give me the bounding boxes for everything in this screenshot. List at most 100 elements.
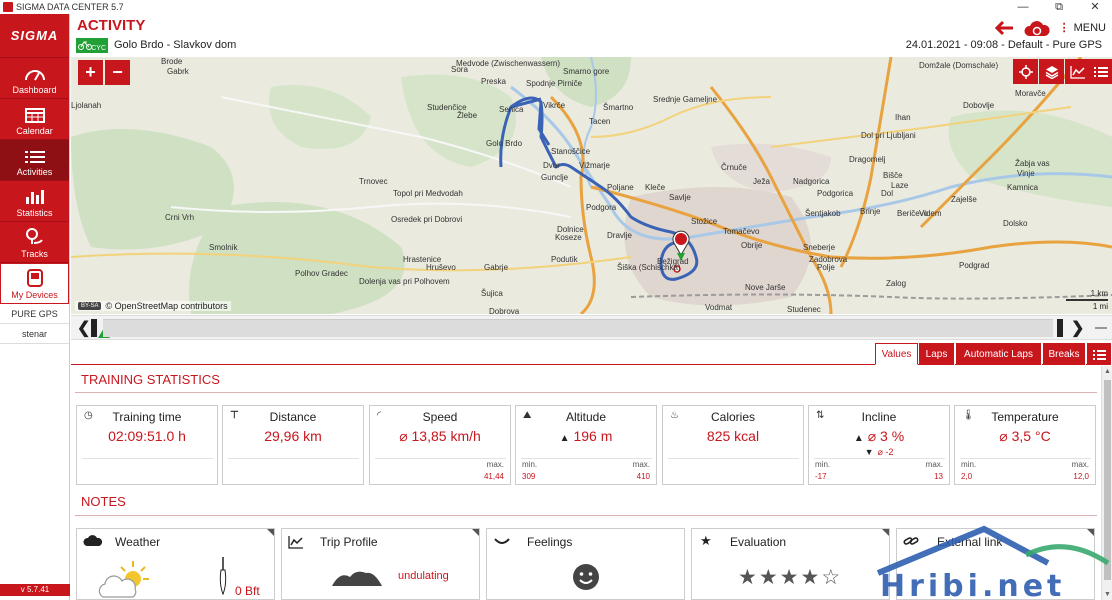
map-place-label: Koseze: [555, 233, 582, 242]
stat-separator: [82, 458, 213, 459]
map-place-label: Domžale (Domschale): [919, 61, 999, 70]
tab-automatic-laps[interactable]: Automatic Laps: [956, 343, 1042, 365]
notes-title: NOTES: [81, 494, 126, 509]
note-card-weather[interactable]: Weather 0 Bft: [76, 528, 275, 600]
stat-card-distance: ⊤ Distance 29,96 km: [222, 405, 364, 485]
tabs-list-button[interactable]: [1087, 343, 1112, 365]
tab-laps[interactable]: Laps: [919, 343, 955, 365]
locate-button[interactable]: [1013, 59, 1038, 84]
star-empty-icon[interactable]: ☆: [821, 566, 842, 589]
note-card-evaluation[interactable]: ★ Evaluation ★★★★☆: [691, 528, 890, 600]
star-filled-icon[interactable]: ★: [738, 566, 759, 589]
map-place-label: Stanoščice: [551, 147, 591, 156]
sidebar-item-dashboard[interactable]: Dashboard: [0, 58, 69, 99]
stat-min-value: 2,0: [961, 472, 973, 481]
stat-max-value: 12,0: [1073, 472, 1089, 481]
map-place-label: Vodmat: [705, 303, 733, 312]
star-filled-icon[interactable]: ★: [759, 566, 780, 589]
map-place-label: Kamnica: [1007, 183, 1039, 192]
stat-name: Temperature: [991, 410, 1059, 424]
zoom-in-button[interactable]: +: [78, 60, 103, 85]
training-statistics-title: TRAINING STATISTICS: [81, 372, 220, 387]
sidebar-item-statistics[interactable]: Statistics: [0, 181, 69, 222]
star-filled-icon[interactable]: ★: [800, 566, 821, 589]
map-place-label: Dolenja vas pri Polhovem: [359, 277, 450, 286]
maximize-button[interactable]: ⧉: [1044, 0, 1074, 14]
note-card-trip-profile[interactable]: Trip Profile undulating: [281, 528, 480, 600]
timeline-track[interactable]: [103, 319, 1053, 337]
sidebar-item-calendar[interactable]: Calendar: [0, 99, 69, 140]
back-arrow-icon[interactable]: [994, 20, 1014, 36]
wind-value: 0 Bft: [235, 584, 260, 598]
activity-name[interactable]: Golo Brdo - Slavkov dom: [114, 39, 236, 51]
map-place-label: Smarno gore: [563, 67, 610, 76]
timeline-end-handle[interactable]: [1057, 319, 1063, 337]
sidebar-item-my-devices[interactable]: My Devices: [0, 263, 69, 304]
map-place-label: Vikrče: [543, 101, 566, 110]
crosshair-icon: [1018, 64, 1033, 79]
map-place-label: Zajelše: [951, 195, 977, 204]
timeline-next-button[interactable]: ❯: [1071, 318, 1084, 338]
timeline-collapse-icon[interactable]: [1095, 327, 1107, 329]
timeline-slider[interactable]: ❮ ❯: [71, 315, 1112, 340]
map-place-label: Srednje Gameljne: [653, 95, 718, 104]
list-icon: [24, 151, 45, 163]
device-item-pure-gps[interactable]: PURE GPS: [0, 304, 69, 324]
map-place-label: Žlebe: [457, 111, 478, 120]
undulating-hills-icon: [332, 571, 382, 586]
map-place-label: Obrije: [741, 241, 763, 250]
map-place-label: Dravlje: [607, 231, 632, 240]
activity-header: ACTIVITY CYC Golo Brdo - Slavkov dom 24.…: [71, 14, 1112, 56]
map-place-label: Bežigrad: [657, 257, 689, 266]
page-title: ACTIVITY: [77, 17, 146, 34]
device-item-stenar[interactable]: stenar: [0, 324, 69, 344]
tab-values[interactable]: Values: [875, 343, 918, 365]
map-place-label: Topol pri Medvodah: [393, 189, 463, 198]
sidebar-item-activities[interactable]: Activities: [0, 140, 69, 181]
stat-max-value: 41,44: [483, 472, 504, 481]
stat-name: Training time: [112, 410, 182, 424]
zoom-out-button[interactable]: −: [105, 60, 130, 85]
map-place-label: Crni Vrh: [165, 213, 195, 222]
map-place-label: Vinje: [1017, 169, 1035, 178]
map-place-label: Savlje: [669, 193, 691, 202]
sidebar-item-tracks[interactable]: Tracks: [0, 222, 69, 263]
sidebar-item-label: Statistics: [16, 208, 53, 218]
stat-separator: [375, 458, 506, 459]
note-card-feelings[interactable]: Feelings: [486, 528, 685, 600]
stat-value: ⌀ 3,5 °C: [999, 428, 1051, 444]
tab-breaks[interactable]: Breaks: [1043, 343, 1086, 365]
sidebar-item-label: Tracks: [21, 249, 48, 259]
route-map[interactable]: GabrkBrodeŠkofjoIokaLjolanahPreskaMedvod…: [71, 57, 1112, 314]
stat-max-value: 410: [636, 472, 650, 481]
timeline-start-handle[interactable]: [91, 319, 97, 337]
timeline-prev-button[interactable]: ❮: [77, 318, 90, 338]
minimize-button[interactable]: —: [1008, 0, 1038, 14]
license-badge: BY-SA: [78, 302, 102, 310]
cloud-sync-icon[interactable]: [1023, 20, 1051, 38]
stat-separator: [668, 458, 799, 459]
map-place-label: Dvor: [543, 161, 560, 170]
map-place-label: Gabrk: [167, 67, 189, 76]
map-attribution[interactable]: BY-SA © OpenStreetMap contributors: [75, 301, 231, 311]
map-place-label: Črnuče: [721, 163, 747, 172]
map-place-label: Nadgorica: [793, 177, 830, 186]
star-filled-icon[interactable]: ★: [780, 566, 801, 589]
stat-min-value: 309: [522, 472, 536, 481]
close-button[interactable]: ✕: [1080, 0, 1110, 14]
ascent-icon: ▲: [853, 433, 864, 444]
map-list-button[interactable]: [1090, 59, 1112, 84]
stat-card-calories: ♨ Calories 825 kcal: [662, 405, 804, 485]
map-place-label: Šujica: [481, 289, 503, 298]
note-name: Evaluation: [730, 535, 787, 549]
map-place-label: Polhov Gradec: [295, 269, 348, 278]
menu-button[interactable]: ⋮ MENU: [1059, 21, 1106, 34]
smiley-face-icon: [573, 564, 599, 590]
stat-separator: [960, 458, 1091, 459]
layers-button[interactable]: [1039, 59, 1064, 84]
sun-cloud-icon: [98, 561, 149, 598]
map-place-label: Zalog: [886, 279, 907, 288]
profile-chart-button[interactable]: [1065, 59, 1090, 84]
map-place-label: Osredek pri Dobrovi: [391, 215, 463, 224]
scroll-up-icon[interactable]: ▲: [1104, 368, 1111, 375]
